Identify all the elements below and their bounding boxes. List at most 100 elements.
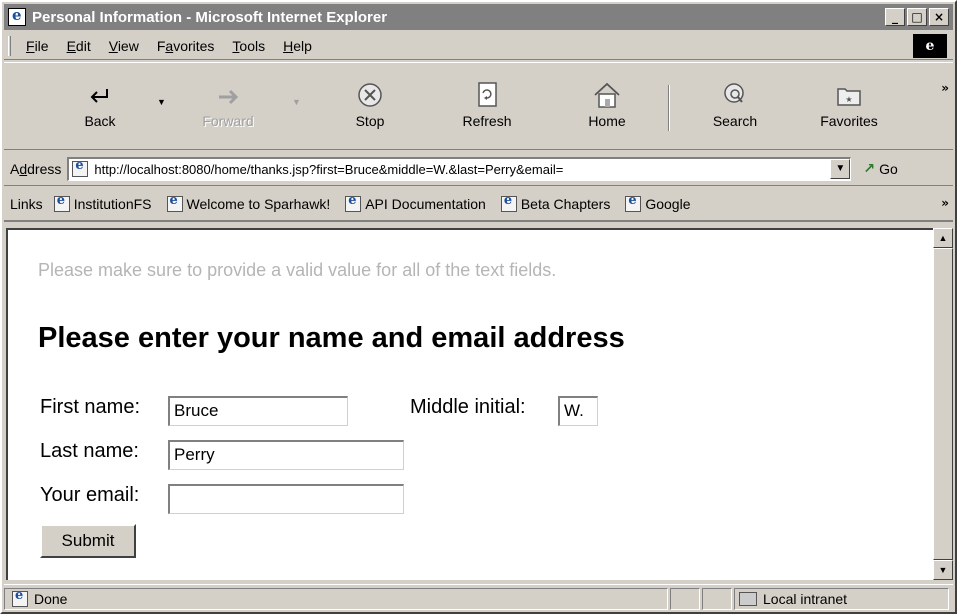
- toolbar-more-chevron-icon[interactable]: »: [941, 81, 949, 95]
- link-welcome-sparhawk[interactable]: Welcome to Sparhawk!: [164, 193, 331, 212]
- address-bar: Address http://localhost:8080/home/thank…: [4, 152, 953, 186]
- back-dropdown-arrow-icon[interactable]: ▼: [157, 97, 166, 107]
- browser-window: Personal Information - Microsoft Interne…: [0, 0, 957, 614]
- last-name-input[interactable]: Perry: [168, 440, 404, 470]
- back-button[interactable]: Back: [60, 81, 140, 129]
- stop-icon: [358, 83, 382, 107]
- link-label: Welcome to Sparhawk!: [186, 196, 331, 212]
- scroll-up-icon[interactable]: ▲: [933, 228, 953, 248]
- intranet-zone-icon: [739, 591, 757, 606]
- page-icon: [345, 193, 362, 212]
- address-label: Address: [10, 161, 61, 177]
- scroll-down-icon[interactable]: ▼: [933, 560, 953, 580]
- scroll-thumb[interactable]: [933, 248, 953, 560]
- link-google[interactable]: Google: [622, 193, 691, 212]
- menu-view-key: V: [108, 37, 118, 54]
- status-pane-blank: [670, 587, 700, 610]
- back-label: Back: [84, 113, 116, 129]
- go-label: Go: [879, 160, 898, 177]
- refresh-icon: [478, 82, 497, 107]
- stop-label: Stop: [355, 113, 385, 129]
- menu-edit-rest: dit: [75, 37, 91, 54]
- menu-edit-key: E: [66, 37, 76, 54]
- menu-view[interactable]: View: [106, 36, 142, 56]
- link-api-documentation[interactable]: API Documentation: [342, 193, 486, 212]
- search-button[interactable]: Search: [695, 81, 775, 129]
- close-button[interactable]: ×: [929, 8, 949, 26]
- status-text: Done: [34, 590, 68, 607]
- maximize-button[interactable]: □: [907, 8, 927, 26]
- links-label: Links: [10, 196, 43, 212]
- standard-toolbar: Back ▼ Forward ▼ Stop Refresh Home Searc…: [4, 62, 953, 150]
- page-content: Please make sure to provide a valid valu…: [6, 228, 933, 580]
- menu-grip[interactable]: [8, 35, 11, 56]
- links-bar: Links InstitutionFS Welcome to Sparhawk!…: [4, 188, 953, 222]
- page-icon: [12, 588, 28, 607]
- address-dropdown-icon[interactable]: ▼: [830, 158, 851, 179]
- menu-help-rest: elp: [293, 37, 312, 54]
- last-name-label: Last name:: [40, 440, 139, 462]
- forward-arrow-icon: [219, 89, 239, 105]
- home-label: Home: [588, 113, 626, 129]
- link-institutionfs[interactable]: InstitutionFS: [51, 193, 152, 212]
- menu-file-key: F: [26, 37, 35, 54]
- svg-text:★: ★: [845, 95, 852, 104]
- vertical-scrollbar[interactable]: ▲ ▼: [933, 228, 953, 580]
- middle-initial-label: Middle initial:: [410, 396, 526, 418]
- favorites-button[interactable]: ★ Favorites: [809, 81, 889, 129]
- address-label-key: d: [19, 160, 28, 177]
- search-globe-icon: [724, 83, 744, 103]
- links-more-chevron-icon[interactable]: »: [941, 196, 949, 210]
- email-input[interactable]: [168, 484, 404, 514]
- address-label-rest: dress: [27, 160, 62, 177]
- forward-label: Forward: [202, 113, 254, 129]
- home-button[interactable]: Home: [567, 81, 647, 129]
- window-title: Personal Information - Microsoft Interne…: [32, 8, 388, 26]
- link-label: InstitutionFS: [73, 196, 152, 212]
- page-icon: [625, 193, 642, 212]
- favorites-label: Favorites: [820, 113, 878, 129]
- address-label-pre: A: [10, 160, 20, 177]
- first-name-label: First name:: [40, 396, 141, 418]
- forward-button[interactable]: Forward: [188, 81, 268, 129]
- menu-favorites[interactable]: Favorites: [154, 36, 218, 56]
- security-zone-text: Local intranet: [763, 590, 848, 607]
- address-input[interactable]: http://localhost:8080/home/thanks.jsp?fi…: [67, 156, 852, 181]
- status-pane-blank: [702, 587, 732, 610]
- security-zone-cell: Local intranet: [734, 587, 949, 610]
- go-button[interactable]: ↗ Go: [863, 161, 897, 177]
- favorites-folder-icon: ★: [837, 88, 861, 106]
- status-bar: Done Local intranet: [4, 584, 953, 612]
- ie-throbber-logo: e: [913, 33, 947, 58]
- menu-file[interactable]: File: [23, 36, 52, 56]
- refresh-button[interactable]: Refresh: [447, 81, 527, 129]
- email-label: Your email:: [40, 484, 140, 506]
- forward-dropdown-arrow-icon[interactable]: ▼: [292, 97, 301, 107]
- ie-page-icon: [8, 6, 26, 26]
- go-arrow-icon: ↗: [863, 160, 876, 177]
- first-name-input[interactable]: Bruce: [168, 396, 348, 426]
- page-icon: [72, 158, 89, 177]
- menu-view-rest: iew: [117, 37, 139, 54]
- toolbar-separator: [668, 85, 670, 131]
- link-label: API Documentation: [365, 196, 486, 212]
- search-label: Search: [712, 113, 758, 129]
- menu-help[interactable]: Help: [280, 36, 315, 56]
- title-bar[interactable]: Personal Information - Microsoft Interne…: [4, 4, 953, 30]
- validation-message: Please make sure to provide a valid valu…: [38, 260, 557, 280]
- menu-tools[interactable]: Tools: [229, 36, 268, 56]
- page-icon: [166, 193, 183, 212]
- menu-edit[interactable]: Edit: [64, 36, 94, 56]
- stop-button[interactable]: Stop: [330, 81, 410, 129]
- middle-initial-input[interactable]: W.: [558, 396, 598, 426]
- status-text-cell: Done: [4, 587, 668, 610]
- back-arrow-icon: [90, 89, 108, 103]
- link-beta-chapters[interactable]: Beta Chapters: [498, 193, 610, 212]
- page-heading: Please enter your name and email address: [38, 322, 625, 354]
- minimize-button[interactable]: _: [885, 8, 905, 26]
- menu-help-key: H: [283, 37, 294, 54]
- page-icon: [500, 193, 517, 212]
- menu-bar: File Edit View Favorites Tools Help e: [4, 32, 953, 60]
- address-url[interactable]: http://localhost:8080/home/thanks.jsp?fi…: [94, 162, 563, 177]
- submit-button[interactable]: Submit: [40, 524, 136, 558]
